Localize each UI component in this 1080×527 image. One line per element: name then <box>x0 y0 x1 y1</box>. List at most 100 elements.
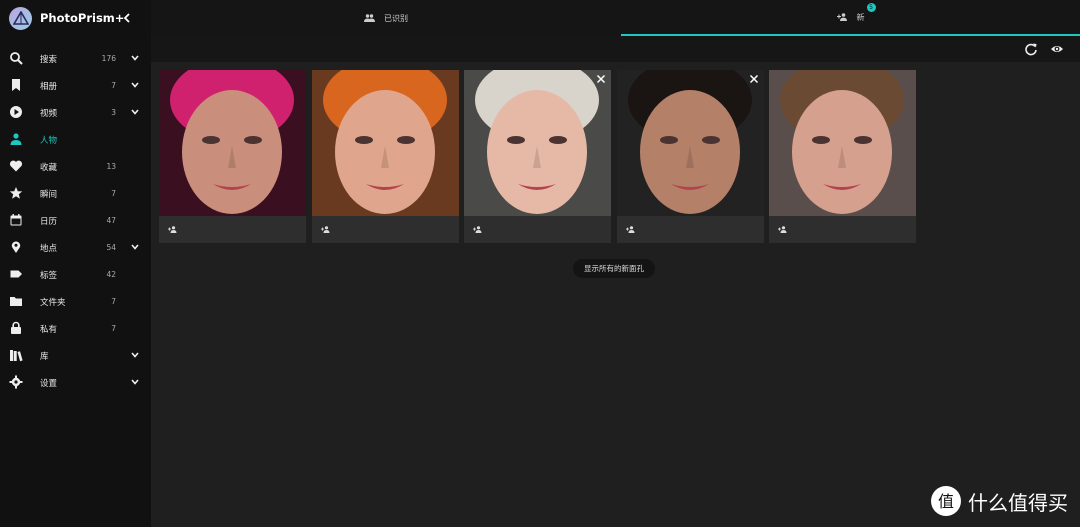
location-pin-icon <box>11 241 21 253</box>
sidebar-item-10[interactable]: 私有 7 <box>0 315 151 342</box>
tab-new-label: 新 <box>856 12 865 22</box>
chevron-down-icon[interactable] <box>130 80 140 90</box>
tab-recognized-label: 已识别 <box>384 13 408 23</box>
watermark: 值 什么值得买 <box>930 485 1068 517</box>
app-title: PhotoPrism+ <box>40 11 125 25</box>
face-card-footer <box>769 216 916 243</box>
calendar-icon <box>10 214 22 226</box>
sidebar-item-5[interactable]: 瞬间 7 <box>0 180 151 207</box>
face-card[interactable] <box>159 70 306 243</box>
sidebar-item-label: 私有 <box>40 324 58 335</box>
sidebar-item-label: 文件夹 <box>40 297 66 308</box>
app-root: PhotoPrism+ 搜索 176 相册 7 视频 3 人物 收藏 13 瞬间 7 日历 47 地点 54… <box>0 0 1080 527</box>
sidebar-item-count: 3 <box>111 108 116 117</box>
sidebar-item-label: 瞬间 <box>40 189 58 200</box>
label-icon <box>10 270 22 278</box>
sidebar-item-count: 42 <box>106 270 116 279</box>
sidebar-item-9[interactable]: 文件夹 7 <box>0 288 151 315</box>
chevron-down-icon[interactable] <box>130 242 140 252</box>
faces-grid: 显示所有的新面孔 <box>151 62 1080 527</box>
folder-icon <box>10 297 22 306</box>
sidebar-item-12[interactable]: 设置 <box>0 369 151 396</box>
add-person-icon[interactable] <box>625 226 635 233</box>
gear-icon <box>9 375 23 389</box>
sidebar-item-count: 7 <box>111 324 116 333</box>
sidebar-item-count: 7 <box>111 297 116 306</box>
face-thumbnail[interactable] <box>311 70 459 216</box>
refresh-icon[interactable] <box>1024 42 1038 56</box>
tab-bar: 已识别 新 5 <box>151 0 1080 36</box>
chevron-down-icon[interactable] <box>130 350 140 360</box>
face-card[interactable] <box>464 70 611 243</box>
toolbar <box>151 36 1080 62</box>
bookmark-icon <box>12 79 20 91</box>
chevron-down-icon[interactable] <box>130 377 140 387</box>
tab-new[interactable]: 新 5 <box>621 0 1080 36</box>
sidebar-item-label: 标签 <box>40 270 58 281</box>
face-card-footer <box>616 216 764 243</box>
sidebar-item-count: 54 <box>106 243 116 252</box>
sidebar-nav: 搜索 176 相册 7 视频 3 人物 收藏 13 瞬间 7 日历 47 地点 54 标签 42 文件夹 7 私有 7 库… <box>0 45 151 396</box>
add-person-icon <box>836 13 847 21</box>
sidebar-item-label: 视频 <box>40 108 58 119</box>
sidebar-item-8[interactable]: 标签 42 <box>0 261 151 288</box>
sidebar-item-count: 176 <box>101 54 116 63</box>
face-card[interactable] <box>616 70 764 243</box>
add-person-icon[interactable] <box>320 226 330 233</box>
face-thumbnail[interactable] <box>159 70 306 216</box>
add-person-icon[interactable] <box>778 226 787 233</box>
tab-recognized[interactable]: 已识别 <box>151 0 621 36</box>
add-person-icon[interactable] <box>473 226 482 233</box>
sidebar-item-0[interactable]: 搜索 176 <box>0 45 151 72</box>
search-icon <box>10 52 23 65</box>
chevron-down-icon[interactable] <box>130 107 140 117</box>
sidebar-item-3[interactable]: 人物 <box>0 126 151 153</box>
sidebar-item-11[interactable]: 库 <box>0 342 151 369</box>
star-icon <box>9 187 23 199</box>
face-card-footer <box>464 216 611 243</box>
sidebar-item-count: 13 <box>106 162 116 171</box>
sidebar: PhotoPrism+ 搜索 176 相册 7 视频 3 人物收藏 13 瞬间 7 日历 47 地点 54… <box>0 0 151 527</box>
sidebar-item-label: 相册 <box>40 81 58 92</box>
face-thumbnail[interactable] <box>464 70 611 216</box>
sidebar-item-label: 搜索 <box>40 54 58 65</box>
sidebar-item-count: 7 <box>111 189 116 198</box>
watermark-logo-text: 值 <box>938 492 954 511</box>
sidebar-item-label: 收藏 <box>40 162 58 173</box>
heart-icon <box>9 160 23 172</box>
chevron-down-icon[interactable] <box>130 53 140 63</box>
collapse-sidebar-icon[interactable] <box>121 11 133 25</box>
sidebar-item-label: 设置 <box>40 378 58 389</box>
brand: PhotoPrism+ <box>0 0 151 36</box>
close-icon[interactable] <box>749 74 759 84</box>
show-all-new-faces-button[interactable]: 显示所有的新面孔 <box>573 259 655 278</box>
face-card-footer <box>159 216 306 243</box>
photoprism-logo-icon[interactable] <box>9 6 32 30</box>
sidebar-item-label: 日历 <box>40 216 58 227</box>
sidebar-item-count: 7 <box>111 81 116 90</box>
sidebar-item-label: 人物 <box>40 135 58 146</box>
watermark-text: 什么值得买 <box>968 490 1068 515</box>
face-card-footer <box>311 216 459 243</box>
sidebar-item-label: 地点 <box>40 243 58 254</box>
sidebar-item-7[interactable]: 地点 54 <box>0 234 151 261</box>
sidebar-item-2[interactable]: 视频 3 <box>0 99 151 126</box>
sidebar-item-4[interactable]: 收藏 13 <box>0 153 151 180</box>
library-icon <box>10 350 23 362</box>
add-person-icon[interactable] <box>168 226 177 233</box>
face-card[interactable] <box>769 70 916 243</box>
face-card[interactable] <box>311 70 459 243</box>
close-icon[interactable] <box>596 74 606 84</box>
face-thumbnail[interactable] <box>616 70 764 216</box>
sidebar-item-6[interactable]: 日历 47 <box>0 207 151 234</box>
play-circle-icon <box>10 106 22 118</box>
watermark-logo-icon: 值 <box>931 486 961 516</box>
sidebar-item-label: 库 <box>40 351 49 362</box>
face-thumbnail[interactable] <box>769 70 916 216</box>
people-icon <box>364 14 375 22</box>
lock-icon <box>11 321 21 334</box>
sidebar-item-1[interactable]: 相册 7 <box>0 72 151 99</box>
eye-icon[interactable] <box>1050 42 1064 56</box>
sidebar-item-count: 47 <box>106 216 116 225</box>
new-faces-badge: 5 <box>866 2 876 12</box>
